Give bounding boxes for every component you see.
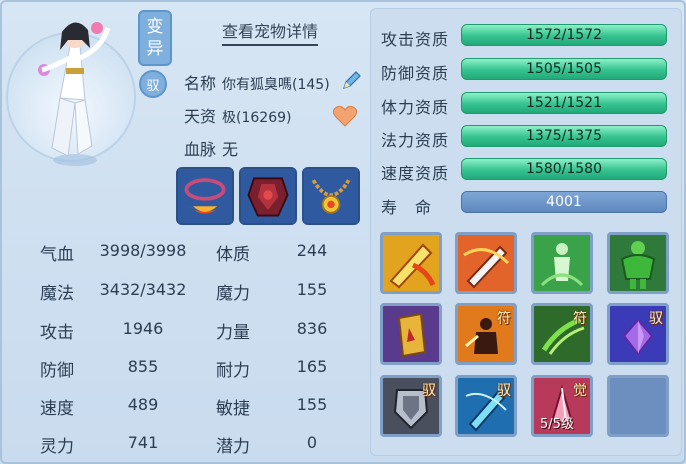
empty-slot bbox=[610, 378, 666, 434]
stat-label: 灵力 bbox=[40, 437, 74, 457]
skill-slot[interactable]: 驭 bbox=[607, 303, 669, 365]
skill-slot[interactable] bbox=[531, 232, 593, 294]
skill-tag: 驭 bbox=[649, 311, 663, 327]
ride-badge-label: 驭 bbox=[146, 78, 160, 94]
skill-slot[interactable] bbox=[380, 303, 442, 365]
attr-label: 耐力 bbox=[216, 361, 250, 381]
life-label: 寿 命 bbox=[381, 198, 433, 217]
skill-slot[interactable] bbox=[380, 232, 442, 294]
skill-slot-empty[interactable] bbox=[607, 375, 669, 437]
transform-badge-label: 变异 bbox=[146, 17, 164, 59]
quality-bar: 1375/1375 bbox=[461, 125, 667, 147]
skill-slot[interactable] bbox=[455, 232, 517, 294]
stat-value: 3998/3998 bbox=[99, 241, 187, 260]
skill-slot[interactable]: 驭 bbox=[380, 375, 442, 437]
attr-value: 836 bbox=[296, 319, 328, 338]
flaming-sword-icon bbox=[383, 235, 439, 291]
stat-label: 攻击 bbox=[40, 323, 74, 343]
pet-portrait-figure[interactable] bbox=[30, 8, 120, 173]
quality-bar: 1521/1521 bbox=[461, 92, 667, 114]
quality-bar: 1572/1572 bbox=[461, 24, 667, 46]
stat-label: 防御 bbox=[40, 361, 74, 381]
ride-badge[interactable]: 驭 bbox=[139, 70, 167, 98]
heart-icon[interactable] bbox=[332, 104, 358, 128]
equip-slot-necklace[interactable] bbox=[302, 167, 360, 225]
stat-label: 魔法 bbox=[40, 284, 74, 304]
quality-label: 体力资质 bbox=[381, 98, 450, 117]
name-label: 名称 bbox=[184, 74, 217, 93]
stat-label: 气血 bbox=[40, 245, 74, 265]
attr-label: 力量 bbox=[216, 323, 250, 343]
sword-slash-icon bbox=[458, 235, 514, 291]
skill-tag: 觉 bbox=[573, 383, 587, 399]
life-bar: 4001 bbox=[461, 191, 667, 213]
attr-value: 244 bbox=[296, 241, 328, 260]
stat-value: 741 bbox=[127, 433, 159, 452]
skill-slot[interactable]: 符 bbox=[455, 303, 517, 365]
attr-label: 敏捷 bbox=[216, 399, 250, 419]
skill-level: 5/5级 bbox=[540, 417, 574, 432]
skill-tag: 驭 bbox=[422, 383, 436, 399]
name-row: 名称 你有狐臭嗎(145) bbox=[184, 70, 330, 94]
attr-value: 165 bbox=[296, 357, 328, 376]
attr-value: 155 bbox=[296, 395, 328, 414]
stat-value: 1946 bbox=[122, 319, 164, 338]
equip-slot-armor[interactable] bbox=[239, 167, 297, 225]
collar-icon bbox=[178, 169, 232, 223]
blood-row: 血脉无 bbox=[184, 136, 238, 160]
green-figure-icon bbox=[534, 235, 590, 291]
spell-scroll-icon bbox=[383, 306, 439, 362]
blood-label: 血脉 bbox=[184, 140, 217, 159]
pet-name-value: 你有狐臭嗎(145) bbox=[222, 77, 330, 93]
attr-label: 潜力 bbox=[216, 437, 250, 457]
talent-row: 天资 极(16269) bbox=[184, 103, 291, 127]
quality-label: 防御资质 bbox=[381, 64, 450, 83]
stat-value: 3432/3432 bbox=[99, 280, 187, 299]
attr-value: 0 bbox=[306, 433, 318, 452]
attr-label: 魔力 bbox=[216, 284, 250, 304]
skill-tag: 符 bbox=[573, 311, 587, 327]
transform-badge[interactable]: 变异 bbox=[138, 10, 172, 66]
stat-value: 855 bbox=[127, 357, 159, 376]
quality-label: 法力资质 bbox=[381, 131, 450, 150]
edit-name-icon[interactable] bbox=[340, 68, 364, 92]
blood-value: 无 bbox=[222, 140, 239, 159]
skill-tag: 符 bbox=[497, 311, 511, 327]
quality-label: 速度资质 bbox=[381, 164, 450, 183]
skill-slot[interactable]: 觉 5/5级 bbox=[531, 375, 593, 437]
talent-label: 天资 bbox=[184, 107, 217, 126]
skill-tag: 驭 bbox=[497, 383, 511, 399]
talent-value: 极(16269) bbox=[222, 110, 292, 126]
quality-bar: 1580/1580 bbox=[461, 158, 667, 180]
stat-label: 速度 bbox=[40, 399, 74, 419]
view-pet-details-link[interactable]: 查看宠物详情 bbox=[222, 18, 319, 46]
necklace-icon bbox=[304, 169, 358, 223]
attr-label: 体质 bbox=[216, 245, 250, 265]
quality-label: 攻击资质 bbox=[381, 30, 450, 49]
equip-slot-collar[interactable] bbox=[176, 167, 234, 225]
skill-slot[interactable]: 驭 bbox=[455, 375, 517, 437]
attr-value: 155 bbox=[296, 280, 328, 299]
stat-value: 489 bbox=[127, 395, 159, 414]
skill-slot[interactable] bbox=[607, 232, 669, 294]
green-giant-icon bbox=[610, 235, 666, 291]
quality-bar: 1505/1505 bbox=[461, 58, 667, 80]
armor-icon bbox=[241, 169, 295, 223]
skill-slot[interactable]: 符 bbox=[531, 303, 593, 365]
